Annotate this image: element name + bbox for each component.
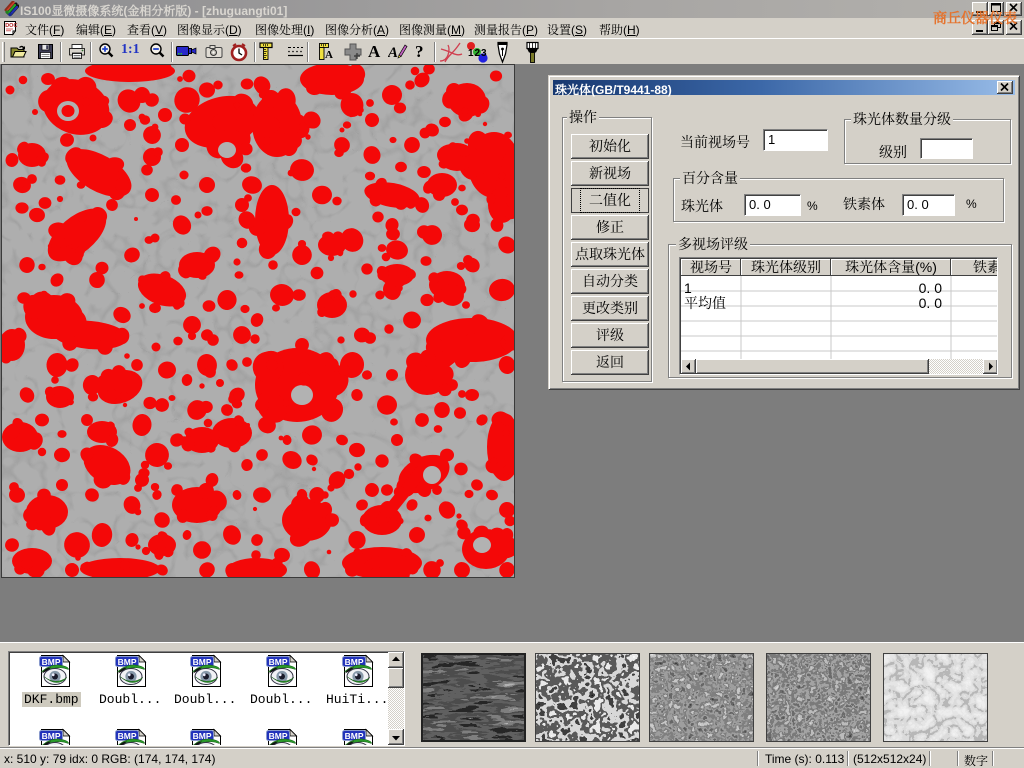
svg-text:A: A	[325, 49, 333, 61]
svg-text:A: A	[388, 45, 398, 61]
svg-text:2: 2	[475, 48, 481, 59]
svg-text:3: 3	[481, 48, 487, 59]
svg-text:1: 1	[468, 48, 474, 59]
svg-text:DOC: DOC	[5, 23, 17, 29]
